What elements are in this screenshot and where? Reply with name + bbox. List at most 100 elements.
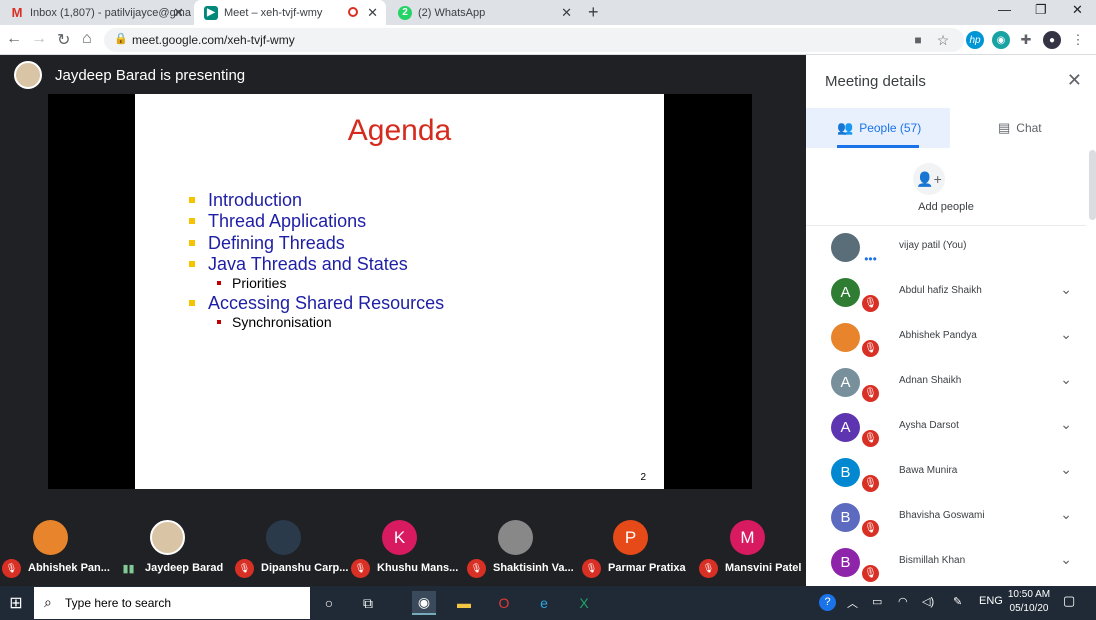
participant-tile[interactable]: K 🎙 Khushu Mans... — [349, 490, 466, 586]
tab-meet[interactable]: ▶ Meet – xeh-tvjf-wmy ✕ — [194, 0, 386, 25]
menu-icon[interactable]: ⋮ — [1069, 31, 1087, 49]
wifi-icon[interactable]: ◠ — [898, 595, 908, 608]
url-text: meet.google.com/xeh-tvjf-wmy — [132, 33, 295, 47]
participant-row[interactable]: A 🎙 Aysha Darsot ⌄ — [806, 406, 1086, 451]
avatar — [33, 520, 68, 555]
chevron-down-icon[interactable]: ⌄ — [1060, 326, 1072, 343]
participant-tile[interactable]: 🎙 Abhishek Pan... — [0, 490, 117, 586]
mic-off-icon: 🎙 — [582, 559, 601, 578]
mic-off-icon: 🎙 — [860, 518, 881, 539]
mic-off-icon: 🎙 — [860, 383, 881, 404]
participant-tile[interactable]: 🎙 Shaktisinh Va... — [465, 490, 582, 586]
participant-row[interactable]: A 🎙 Abdul hafiz Shaikh ⌄ — [806, 271, 1086, 316]
pen-icon[interactable]: ✎ — [953, 595, 962, 608]
participant-row[interactable]: A 🎙 Adnan Shaikh ⌄ — [806, 361, 1086, 406]
add-people-button[interactable]: 👤+ — [913, 163, 945, 195]
back-icon[interactable]: ← — [6, 30, 22, 48]
chevron-down-icon[interactable]: ⌄ — [1060, 551, 1072, 568]
chevron-down-icon[interactable]: ⌄ — [1060, 416, 1072, 433]
volume-icon[interactable]: ◁) — [922, 595, 934, 608]
mic-off-icon: 🎙 — [2, 559, 21, 578]
chevron-up-icon[interactable]: ︿ — [847, 595, 858, 611]
search-placeholder: Type here to search — [65, 596, 172, 610]
tab-chat[interactable]: ▤ Chat — [950, 108, 1086, 148]
notifications-icon[interactable]: ▢ — [1063, 593, 1075, 609]
participant-tile[interactable]: ▮▮ Jaydeep Barad — [117, 490, 234, 586]
meet-icon: ▶ — [204, 5, 218, 20]
participant-name: Jaydeep Barad — [145, 562, 224, 574]
forward-icon[interactable]: → — [31, 30, 47, 48]
close-icon[interactable]: ✕ — [561, 5, 572, 21]
tab-whatsapp[interactable]: 2 (2) WhatsApp ✕ — [388, 0, 580, 25]
avatar: B — [831, 458, 860, 487]
clock-time: 10:50 AM — [1007, 589, 1051, 600]
panel-scrollbar[interactable] — [1089, 150, 1096, 220]
taskbar-search-input[interactable]: ⌕ Type here to search — [34, 587, 310, 619]
windows-start-icon[interactable]: ⊞ — [4, 591, 28, 615]
edge-icon[interactable]: e — [532, 591, 556, 615]
slide-bullet: Java Threads and States — [189, 254, 408, 275]
avatar: P — [613, 520, 648, 555]
tab-label: Meet – xeh-tvjf-wmy — [224, 6, 323, 19]
participant-name: Abhishek Pandya — [899, 330, 977, 341]
close-window-icon[interactable]: ✕ — [1072, 2, 1083, 18]
participant-row[interactable]: B 🎙 Bismillah Khan ⌄ — [806, 541, 1086, 586]
mic-off-icon: 🎙 — [699, 559, 718, 578]
new-tab-button[interactable]: + — [588, 2, 599, 23]
cortana-icon[interactable]: ○ — [317, 591, 341, 615]
omnibox[interactable]: 🔒 meet.google.com/xeh-tvjf-wmy — [104, 28, 964, 52]
battery-icon[interactable]: ▭ — [872, 595, 882, 608]
excel-icon[interactable]: X — [572, 591, 596, 615]
file-explorer-icon[interactable]: ▬ — [452, 591, 476, 615]
task-view-icon[interactable]: ⧉ — [356, 591, 380, 615]
home-icon[interactable]: ⌂ — [82, 30, 92, 48]
slide-sub-bullet: Synchronisation — [217, 314, 332, 330]
participant-row[interactable]: ••• vijay patil (You) — [806, 226, 1086, 271]
participant-row[interactable]: B 🎙 Bhavisha Goswami ⌄ — [806, 496, 1086, 541]
participant-tile[interactable]: P 🎙 Parmar Pratixa — [580, 490, 697, 586]
minimize-icon[interactable]: — — [998, 2, 1011, 17]
participant-row[interactable]: 🎙 Abhishek Pandya ⌄ — [806, 316, 1086, 361]
help-icon[interactable]: ? — [819, 594, 836, 611]
avatar: A — [831, 413, 860, 442]
close-icon[interactable]: ✕ — [1067, 70, 1082, 91]
slide-title: Agenda — [347, 114, 452, 147]
chat-icon: ▤ — [998, 120, 1011, 135]
tab-gmail[interactable]: M Inbox (1,807) - patilvijayce@gma ✕ — [0, 0, 192, 25]
slide-bullet: Introduction — [189, 190, 302, 211]
mic-off-icon: 🎙 — [860, 293, 881, 314]
participant-row[interactable]: B 🎙 Bawa Munira ⌄ — [806, 451, 1086, 496]
chevron-down-icon[interactable]: ⌄ — [1060, 506, 1072, 523]
participant-name: vijay patil (You) — [899, 240, 967, 251]
mic-off-icon: 🎙 — [860, 428, 881, 449]
close-icon[interactable]: ✕ — [173, 5, 184, 21]
chevron-down-icon[interactable]: ⌄ — [1060, 461, 1072, 478]
chevron-down-icon[interactable]: ⌄ — [1060, 281, 1072, 298]
active-tab-indicator — [837, 145, 919, 148]
participant-tile[interactable]: M 🎙 Mansvini Patel — [697, 490, 814, 586]
avatar[interactable]: ● — [1043, 31, 1061, 49]
language-indicator[interactable]: ENG — [979, 595, 1003, 607]
restore-icon[interactable]: ❐ — [1035, 2, 1047, 18]
tab-people[interactable]: 👥 People (57) — [806, 108, 950, 148]
clock-date: 05/10/20 — [1009, 603, 1049, 614]
chrome-icon[interactable]: ◉ — [412, 591, 436, 615]
presenter-avatar — [14, 61, 42, 89]
slide-page-number: 2 — [640, 472, 646, 483]
close-icon[interactable]: ✕ — [367, 5, 378, 21]
chevron-down-icon[interactable]: ⌄ — [1060, 371, 1072, 388]
address-bar: ← → ↻ ⌂ 🔒 meet.google.com/xeh-tvjf-wmy ■… — [0, 25, 1096, 55]
participant-tile[interactable]: 🎙 Dipanshu Carp... — [233, 490, 350, 586]
star-icon[interactable]: ☆ — [934, 31, 952, 49]
puzzle-icon[interactable]: ✚ — [1017, 31, 1035, 49]
opera-icon[interactable]: O — [492, 591, 516, 615]
hp-icon[interactable]: hp — [966, 31, 984, 49]
extension-icon[interactable]: ◉ — [992, 31, 1010, 49]
taskbar-clock[interactable]: 10:50 AM 05/10/20 — [1003, 588, 1055, 616]
participant-name: Abhishek Pan... — [28, 562, 110, 574]
presenter-label: Jaydeep Barad is presenting — [55, 66, 246, 84]
add-person-icon: 👤+ — [916, 170, 942, 187]
camera-icon[interactable]: ■ — [909, 31, 927, 49]
reload-icon[interactable]: ↻ — [57, 30, 70, 50]
slide-bullet: Accessing Shared Resources — [189, 293, 444, 314]
